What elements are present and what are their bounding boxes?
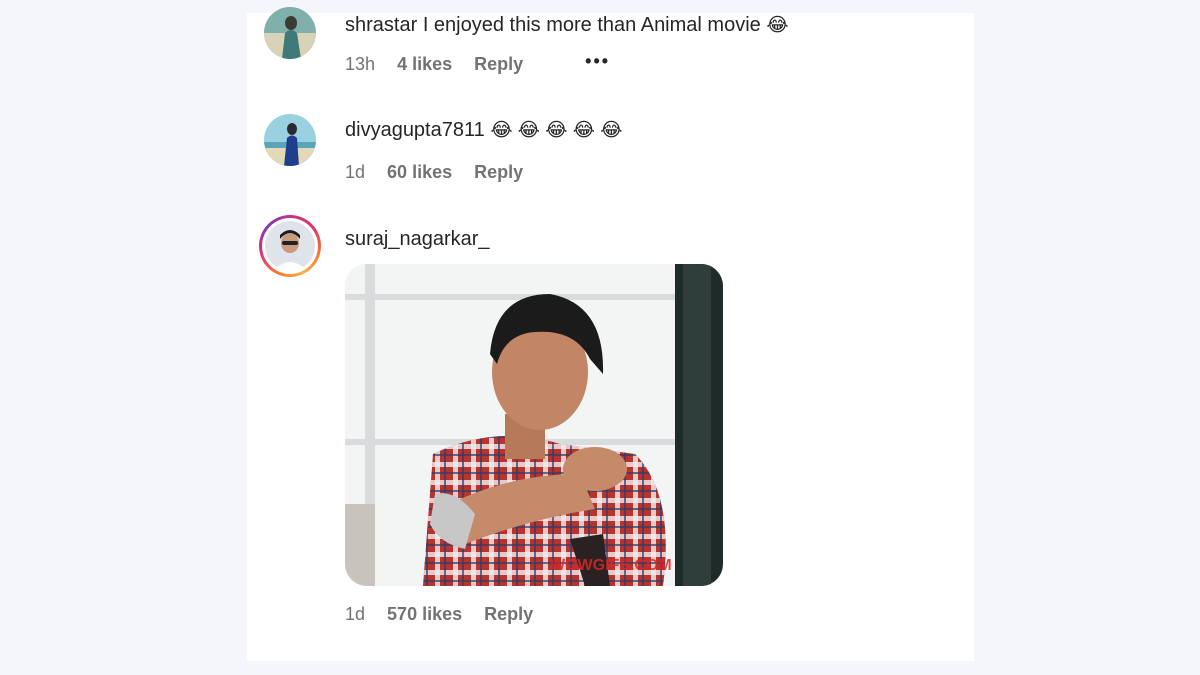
avatar[interactable] xyxy=(264,7,316,59)
comments-panel: shrastar I enjoyed this more than Animal… xyxy=(247,7,974,661)
comment-timestamp: 1d xyxy=(345,162,366,182)
comment-body: I enjoyed this more than Animal movie xyxy=(422,14,761,36)
reply-button[interactable]: Reply xyxy=(484,604,533,624)
likes-count[interactable]: 4 likes xyxy=(397,54,452,74)
story-ring[interactable] xyxy=(259,215,321,277)
comment-username[interactable]: suraj_nagarkar_ xyxy=(345,228,490,250)
avatar[interactable] xyxy=(265,221,315,271)
laughing-emoji-icon: 😂 😂 😂 😂 😂 xyxy=(490,120,623,141)
reply-button[interactable]: Reply xyxy=(474,54,523,74)
laughing-emoji-icon: 😂 xyxy=(766,15,789,36)
ellipsis-icon[interactable]: ••• xyxy=(585,50,610,72)
comment-text: suraj_nagarkar_ xyxy=(345,227,490,251)
comment-meta: 13h 4 likes Reply ••• xyxy=(345,50,627,75)
comment-timestamp: 1d xyxy=(345,604,366,624)
comment-username[interactable]: shrastar xyxy=(345,14,417,36)
gif-watermark: WOWGIFS.COM xyxy=(550,557,672,574)
comment-timestamp: 13h xyxy=(345,54,376,74)
comment-meta: 1d 570 likes Reply xyxy=(345,603,550,625)
comment-text: shrastar I enjoyed this more than Animal… xyxy=(345,13,789,38)
comment-meta: 1d 60 likes Reply xyxy=(345,161,540,183)
reply-button[interactable]: Reply xyxy=(474,162,523,182)
likes-count[interactable]: 570 likes xyxy=(387,604,462,624)
likes-count[interactable]: 60 likes xyxy=(387,162,452,182)
comment-text: divyagupta7811 😂 😂 😂 😂 😂 xyxy=(345,118,622,143)
comment-username[interactable]: divyagupta7811 xyxy=(345,119,485,141)
avatar[interactable] xyxy=(264,114,316,166)
gif-attachment[interactable]: WOWGIFS.COM xyxy=(345,264,723,586)
